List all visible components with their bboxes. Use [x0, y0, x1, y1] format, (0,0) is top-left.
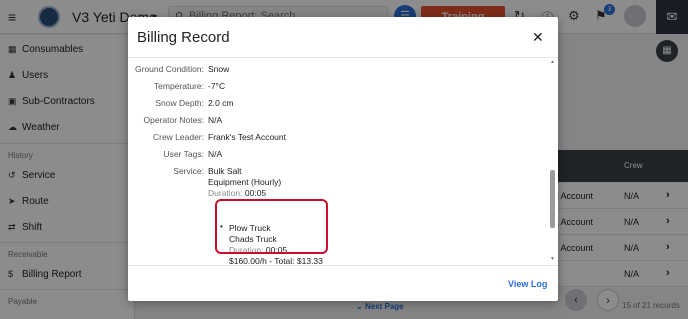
- field-value: Frank's Test Account: [208, 132, 287, 142]
- field-label: Crew Leader:: [152, 132, 204, 142]
- duration-value: 00:05: [244, 188, 267, 198]
- field-value: N/A: [208, 115, 223, 125]
- rate-total-value: $160.00/h - Total: $13.33: [229, 256, 323, 264]
- field-label: Service:: [173, 166, 204, 176]
- field-label: Snow Depth:: [155, 98, 204, 108]
- field-value: -7°C: [208, 81, 226, 91]
- field-label: User Tags:: [163, 149, 204, 159]
- field-label: Temperature:: [153, 81, 204, 91]
- field-value: 2.0 cm: [208, 98, 234, 108]
- divider: [128, 265, 558, 266]
- field-label: Ground Condition:: [135, 64, 204, 74]
- duration-label: Duration:: [208, 188, 243, 198]
- field-value: Snow: [208, 64, 230, 74]
- view-log-link[interactable]: View Log: [508, 279, 547, 289]
- modal-body[interactable]: Ground Condition: Snow Temperature: -7°C…: [128, 58, 546, 264]
- scroll-up-icon[interactable]: ▲: [550, 59, 555, 65]
- billing-record-modal: Billing Record ✕ Ground Condition: Snow …: [128, 17, 558, 301]
- field-value: Bulk Salt: [208, 166, 242, 176]
- scrollbar-thumb[interactable]: [550, 170, 555, 228]
- modal-scrollbar[interactable]: ▲ ▼: [550, 58, 556, 264]
- field-value: N/A: [208, 149, 223, 159]
- close-icon[interactable]: ✕: [532, 29, 544, 46]
- highlight-annotation: [215, 199, 328, 254]
- equipment-type: Equipment (Hourly): [208, 177, 282, 187]
- field-label: Operator Notes:: [143, 115, 204, 125]
- modal-title: Billing Record: [137, 29, 230, 46]
- scroll-down-icon[interactable]: ▼: [550, 256, 555, 262]
